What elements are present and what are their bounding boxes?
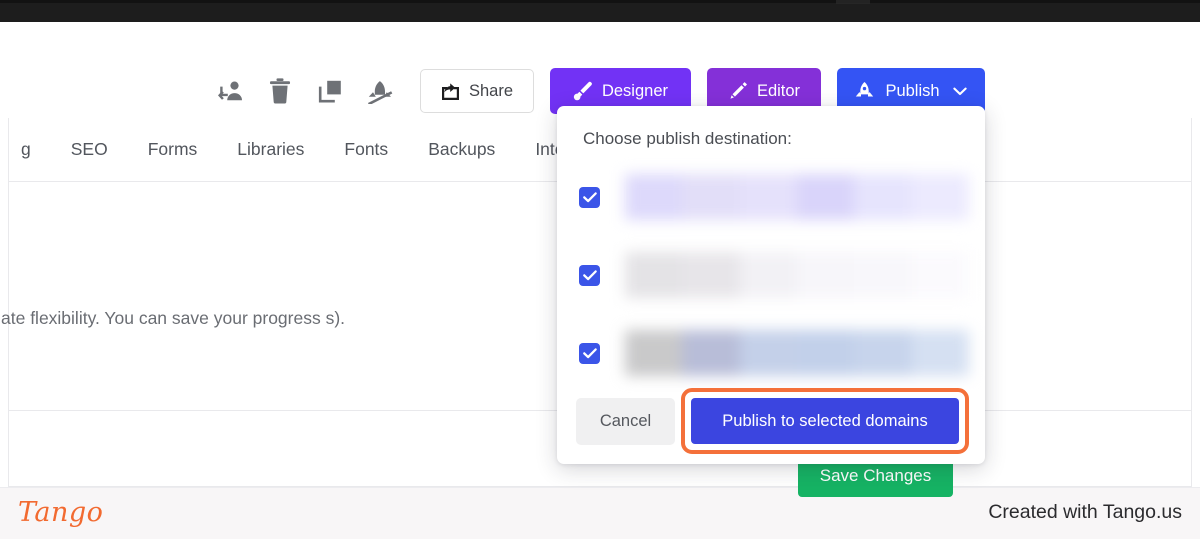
save-changes-label: Save Changes: [819, 466, 932, 485]
nav-tab[interactable]: Forms: [128, 118, 218, 181]
share-button[interactable]: Share: [420, 69, 534, 113]
designer-label: Designer: [601, 81, 669, 100]
tango-logo: Tango: [18, 497, 104, 528]
share-icon: [441, 82, 459, 100]
app-toolbar: Share Designer Editor Publish: [0, 22, 1200, 118]
duplicate-icon[interactable]: [311, 74, 349, 108]
domain-checkbox[interactable]: [579, 264, 600, 286]
pencil-icon: [730, 82, 747, 99]
editor-label: Editor: [756, 81, 801, 100]
cancel-button[interactable]: Cancel: [576, 398, 675, 445]
chrome-bar-shade: [0, 0, 1200, 3]
body-text: ate flexibility. You can save your progr…: [1, 308, 346, 328]
chevron-down-icon: [952, 87, 967, 95]
dialog-title: Choose publish destination:: [583, 129, 792, 148]
publish-label: Publish: [885, 81, 940, 100]
unpublish-icon[interactable]: [361, 74, 399, 108]
nav-tab[interactable]: Backups: [408, 118, 515, 181]
delete-icon[interactable]: [261, 74, 299, 108]
domain-row[interactable]: [579, 158, 969, 236]
share-label: Share: [468, 81, 514, 100]
nav-tab[interactable]: g: [1, 118, 51, 181]
domain-row[interactable]: [579, 236, 969, 314]
chrome-artifact: [836, 0, 870, 4]
publish-to-selected-domains-label: Publish to selected domains: [722, 411, 928, 430]
dialog-footer: Cancel Publish to selected domains: [557, 386, 985, 464]
nav-tab[interactable]: Libraries: [217, 118, 324, 181]
paintbrush-icon: [573, 81, 592, 101]
tango-footer: Tango Created with Tango.us: [0, 487, 1200, 539]
domain-name-redacted: [625, 330, 969, 376]
domain-name-redacted: [625, 252, 969, 298]
browser-chrome-bar: [0, 0, 1200, 22]
nav-tab[interactable]: Fonts: [324, 118, 408, 181]
publish-destination-dialog: Choose publish destination: Cancel Publi…: [557, 106, 985, 464]
tango-credit: Created with Tango.us: [988, 501, 1182, 523]
domain-list: [579, 158, 969, 388]
nav-tab[interactable]: SEO: [51, 118, 128, 181]
rocket-icon: [856, 82, 874, 97]
screen: Share Designer Editor Publish g SEO Form…: [0, 0, 1200, 539]
domain-checkbox[interactable]: [579, 342, 600, 364]
nav-items: g SEO Forms Libraries Fonts Backups Integ: [1, 118, 594, 181]
domain-checkbox[interactable]: [579, 186, 600, 208]
cancel-label: Cancel: [599, 412, 652, 430]
domain-row[interactable]: [579, 314, 969, 392]
revoke-access-icon[interactable]: [211, 74, 249, 108]
domain-name-redacted: [625, 174, 969, 220]
publish-to-selected-domains-button[interactable]: Publish to selected domains: [691, 398, 959, 444]
